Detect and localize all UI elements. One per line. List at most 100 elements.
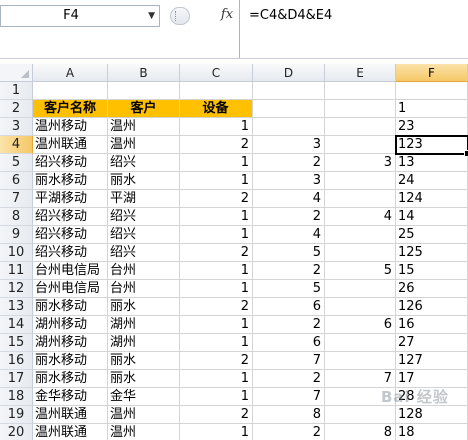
cell-a4[interactable]: 温州联通 (33, 136, 108, 154)
cell-c15[interactable]: 1 (180, 334, 253, 352)
row-header[interactable]: 3 (0, 118, 33, 136)
row-header[interactable]: 18 (0, 388, 33, 406)
cell-c10[interactable]: 2 (180, 244, 253, 262)
cell-b13[interactable]: 丽水 (108, 298, 180, 316)
cell-b10[interactable]: 绍兴 (108, 244, 180, 262)
row-header[interactable]: 12 (0, 280, 33, 298)
cell-b12[interactable]: 台州 (108, 280, 180, 298)
cell-a18[interactable]: 金华移动 (33, 388, 108, 406)
cell-a8[interactable]: 绍兴移动 (33, 208, 108, 226)
cell-b4[interactable]: 温州 (108, 136, 180, 154)
cell-c16[interactable]: 2 (180, 352, 253, 370)
cell-f3[interactable]: 23 (396, 118, 468, 136)
row-header[interactable]: 9 (0, 226, 33, 244)
cell-d6[interactable]: 3 (253, 172, 325, 190)
cell-a12[interactable]: 台州电信局 (33, 280, 108, 298)
cell-a15[interactable]: 湖州移动 (33, 334, 108, 352)
cell-c3[interactable]: 1 (180, 118, 253, 136)
cell-f14[interactable]: 16 (396, 316, 468, 334)
cell-a14[interactable]: 湖州移动 (33, 316, 108, 334)
cell-a13[interactable]: 丽水移动 (33, 298, 108, 316)
cell-d7[interactable]: 4 (253, 190, 325, 208)
cell-e15[interactable] (325, 334, 396, 352)
cell-f13[interactable]: 126 (396, 298, 468, 316)
cell-f4[interactable]: 123 (395, 135, 468, 155)
cell-c9[interactable]: 1 (180, 226, 253, 244)
cell-b17[interactable]: 丽水 (108, 370, 180, 388)
cell-b8[interactable]: 绍兴 (108, 208, 180, 226)
cell-e14[interactable]: 6 (325, 316, 396, 334)
cell-c7[interactable]: 2 (180, 190, 253, 208)
cell-b2[interactable]: 客户 (108, 100, 180, 118)
cell-d13[interactable]: 6 (253, 298, 325, 316)
cell-f11[interactable]: 15 (396, 262, 468, 280)
cell-b9[interactable]: 绍兴 (108, 226, 180, 244)
cell-e11[interactable]: 5 (325, 262, 396, 280)
cell-b6[interactable]: 丽水 (108, 172, 180, 190)
row-header[interactable]: 13 (0, 298, 33, 316)
cell-c12[interactable]: 1 (180, 280, 253, 298)
cell-d19[interactable]: 8 (253, 406, 325, 424)
cell-c1[interactable] (180, 82, 253, 100)
spreadsheet-grid[interactable]: A B C D E F 1 2 客户名称 客户 设备 1 3 温州移动 温州 1 23 4 温州联通 温州 2 3 123 5… (0, 64, 468, 440)
cell-c11[interactable]: 1 (180, 262, 253, 280)
cell-e6[interactable] (325, 172, 396, 190)
cell-d11[interactable]: 2 (253, 262, 325, 280)
cell-e20[interactable]: 8 (325, 424, 396, 440)
cell-a11[interactable]: 台州电信局 (33, 262, 108, 280)
cell-d2[interactable] (253, 100, 325, 118)
cell-f9[interactable]: 25 (396, 226, 468, 244)
name-box-value[interactable]: F4 (1, 6, 141, 26)
cell-a5[interactable]: 绍兴移动 (33, 154, 108, 172)
cell-d16[interactable]: 7 (253, 352, 325, 370)
cell-f15[interactable]: 27 (396, 334, 468, 352)
cell-a3[interactable]: 温州移动 (33, 118, 108, 136)
fill-handle[interactable] (464, 150, 468, 157)
cell-c2[interactable]: 设备 (180, 100, 253, 118)
cell-d12[interactable]: 5 (253, 280, 325, 298)
cell-a20[interactable]: 温州联通 (33, 424, 108, 440)
cell-b15[interactable]: 湖州 (108, 334, 180, 352)
cell-c8[interactable]: 1 (180, 208, 253, 226)
row-header[interactable]: 7 (0, 190, 33, 208)
row-header[interactable]: 1 (0, 82, 33, 100)
cell-d18[interactable]: 7 (253, 388, 325, 406)
column-header-e[interactable]: E (325, 64, 396, 82)
cell-b7[interactable]: 平湖 (108, 190, 180, 208)
cell-f10[interactable]: 125 (396, 244, 468, 262)
cell-a19[interactable]: 温州联通 (33, 406, 108, 424)
cell-d4[interactable]: 3 (253, 136, 325, 154)
cell-f16[interactable]: 127 (396, 352, 468, 370)
cell-b1[interactable] (108, 82, 180, 100)
name-box[interactable]: F4 ▼ (0, 5, 160, 27)
cell-c19[interactable]: 2 (180, 406, 253, 424)
cell-c20[interactable]: 1 (180, 424, 253, 440)
row-header[interactable]: 10 (0, 244, 33, 262)
cell-f6[interactable]: 24 (396, 172, 468, 190)
cell-e1[interactable] (325, 82, 396, 100)
row-header[interactable]: 11 (0, 262, 33, 280)
formula-bar-resize-handle[interactable] (170, 7, 190, 25)
cell-d8[interactable]: 2 (253, 208, 325, 226)
cell-b5[interactable]: 绍兴 (108, 154, 180, 172)
cell-f20[interactable]: 18 (396, 424, 468, 440)
cell-d5[interactable]: 2 (253, 154, 325, 172)
row-header[interactable]: 5 (0, 154, 33, 172)
cell-b16[interactable]: 丽水 (108, 352, 180, 370)
cell-a1[interactable] (33, 82, 108, 100)
cell-d9[interactable]: 4 (253, 226, 325, 244)
row-header[interactable]: 15 (0, 334, 33, 352)
cell-a6[interactable]: 丽水移动 (33, 172, 108, 190)
column-header-b[interactable]: B (108, 64, 180, 82)
cell-e8[interactable]: 4 (325, 208, 396, 226)
cell-a9[interactable]: 绍兴移动 (33, 226, 108, 244)
cell-b19[interactable]: 温州 (108, 406, 180, 424)
cell-f7[interactable]: 124 (396, 190, 468, 208)
column-header-c[interactable]: C (180, 64, 253, 82)
cell-e7[interactable] (325, 190, 396, 208)
cell-c5[interactable]: 1 (180, 154, 253, 172)
cell-f2[interactable]: 1 (396, 100, 468, 118)
row-header[interactable]: 8 (0, 208, 33, 226)
cell-e2[interactable] (325, 100, 396, 118)
cell-a16[interactable]: 丽水移动 (33, 352, 108, 370)
